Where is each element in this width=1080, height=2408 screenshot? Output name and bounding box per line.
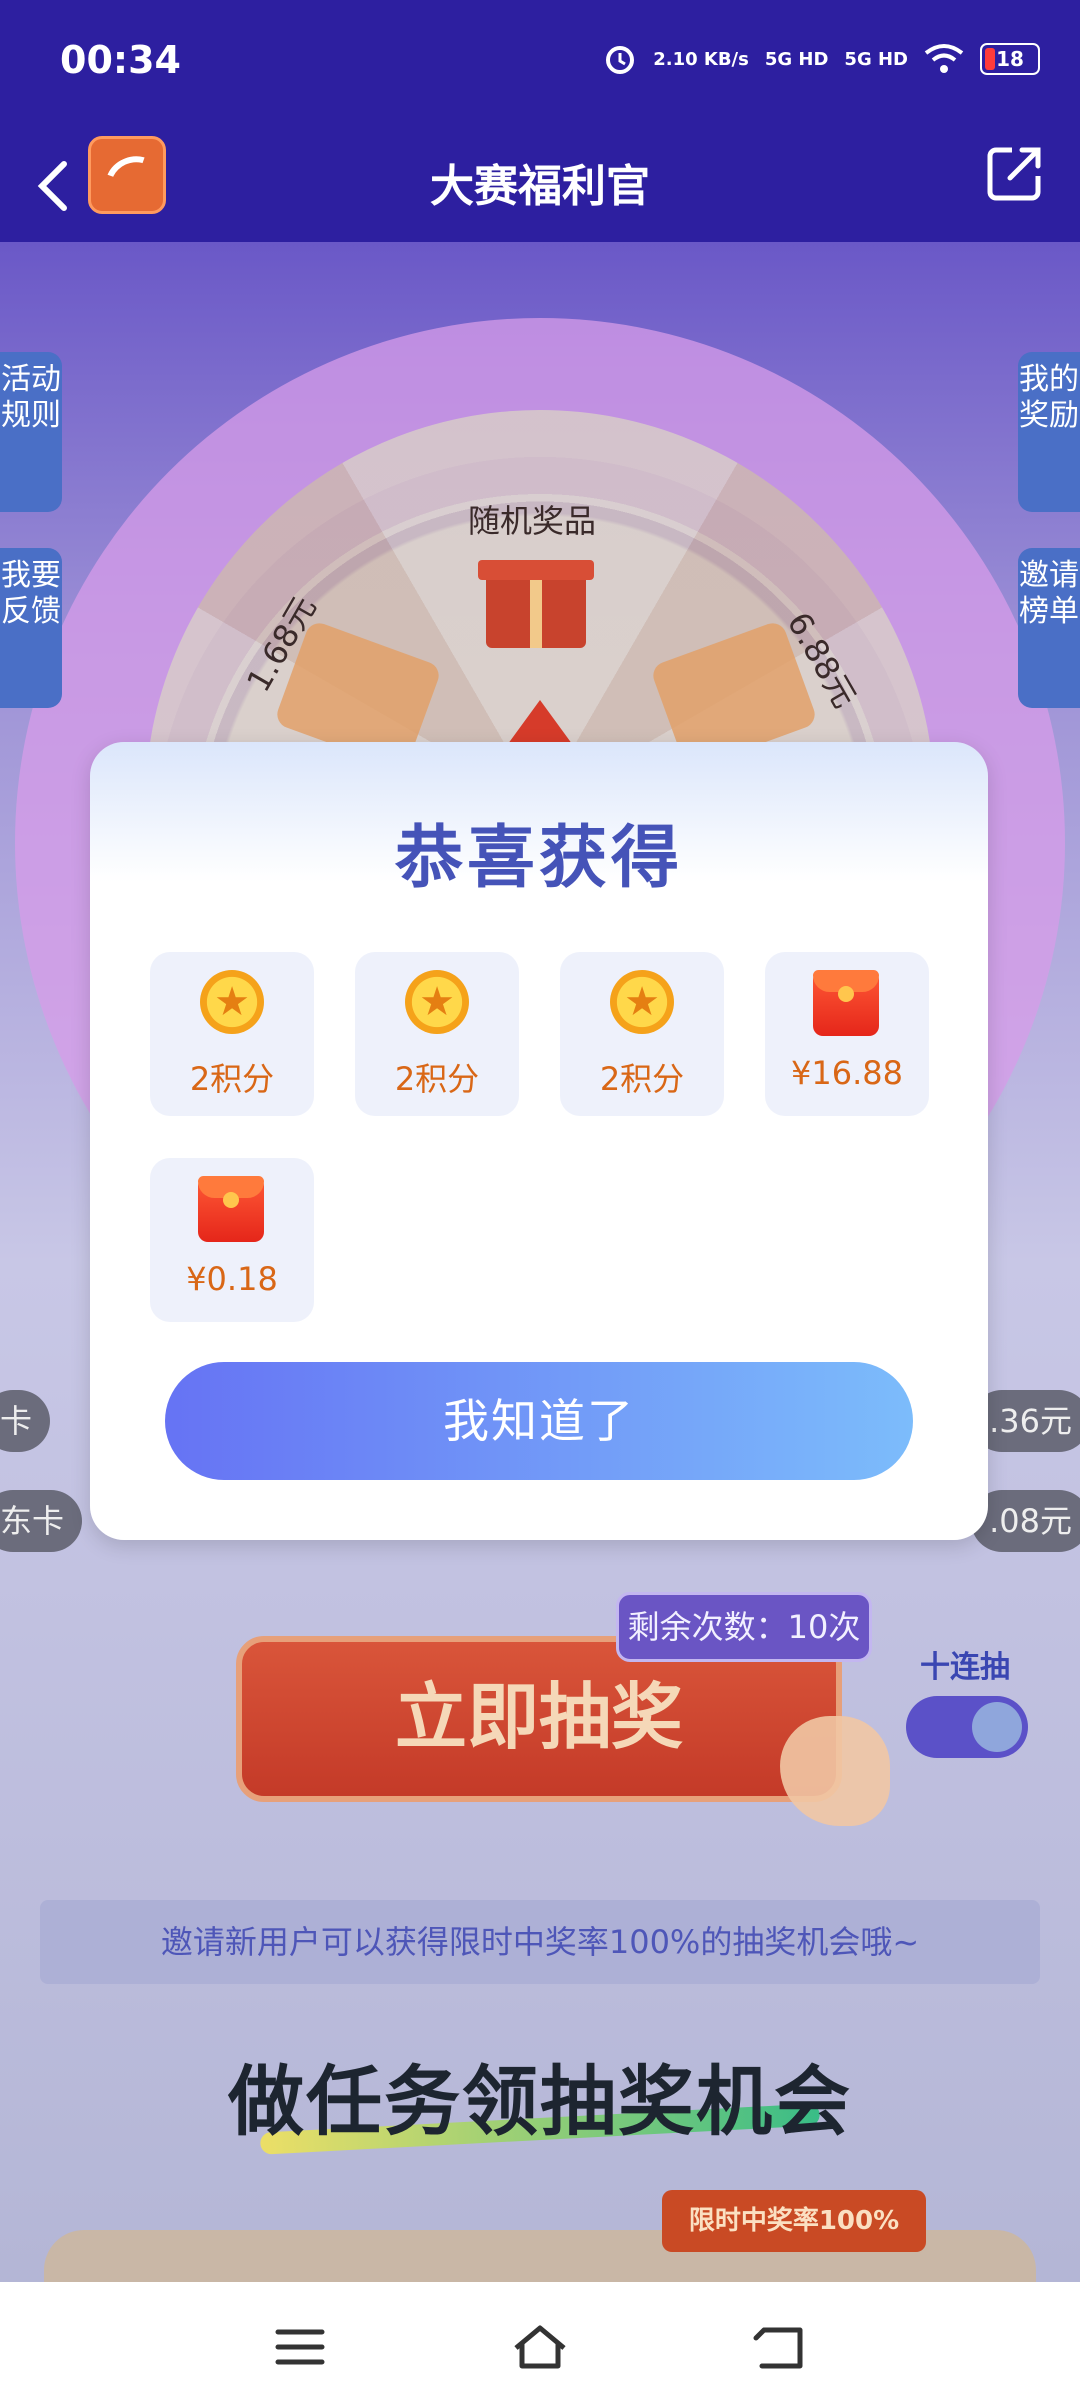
nav-bar: 大赛福利官 <box>0 130 1080 242</box>
red-packet-icon <box>813 970 879 1036</box>
prize-pill: 东卡 <box>0 1490 83 1552</box>
prize-label: 2积分 <box>189 1060 275 1098</box>
ten-draw-toggle[interactable] <box>906 1696 1028 1758</box>
invite-tip: 邀请新用户可以获得限时中奖率100%的抽奖机会哦~ <box>40 1900 1040 1984</box>
prize-label: ¥0.18 <box>186 1260 278 1298</box>
wheel-label-random: 随机奖品 <box>468 502 597 540</box>
got-it-button[interactable]: 我知道了 <box>165 1362 913 1480</box>
prize-label: ¥16.88 <box>791 1054 903 1092</box>
net-speed: 2.10 KB/s <box>653 48 749 70</box>
system-nav-bar <box>0 2282 1080 2408</box>
wifi-icon <box>924 44 964 73</box>
ten-draw-label: 十连抽 <box>920 1650 1010 1685</box>
status-bar: 00:34 2.10 KB/s 5G HD 5G HD 18 <box>0 0 1080 130</box>
invite-rank-tab[interactable]: 邀请榜单 <box>1018 548 1080 708</box>
prize-item: ¥16.88 <box>765 952 929 1116</box>
prize-item: ★ 2积分 <box>355 952 519 1116</box>
menu-icon[interactable] <box>270 2322 330 2372</box>
sim2-signal: 5G HD <box>844 48 908 70</box>
remaining-count-badge: 剩余次数：10次 <box>616 1592 872 1662</box>
task-section-title: 做任务领抽奖机会 <box>228 2057 852 2146</box>
battery-icon: 18 <box>980 43 1040 75</box>
alarm-icon <box>606 46 635 74</box>
wheel-pointer <box>505 700 575 748</box>
task-badge: 限时中奖率100% <box>662 2190 926 2252</box>
prize-label: 2积分 <box>394 1060 480 1098</box>
prize-item: ★ 2积分 <box>150 952 314 1116</box>
battery-level: 18 <box>996 47 1024 71</box>
feedback-tab[interactable]: 我要反馈 <box>0 548 62 708</box>
prize-label: 2积分 <box>599 1060 685 1098</box>
dialog-title: 恭喜获得 <box>394 819 683 898</box>
prize-item: ¥0.18 <box>150 1158 314 1322</box>
page-title: 大赛福利官 <box>430 161 650 212</box>
back-icon[interactable] <box>750 2322 810 2372</box>
coin-icon: ★ <box>405 970 469 1034</box>
share-icon[interactable] <box>984 142 1046 204</box>
sim1-signal: 5G HD <box>764 48 829 70</box>
my-rewards-tab[interactable]: 我的奖励 <box>1018 352 1080 512</box>
coin-icon: ★ <box>610 970 674 1034</box>
gift-icon <box>478 560 594 648</box>
status-icons: 2.10 KB/s 5G HD 5G HD 18 <box>603 42 1040 76</box>
home-icon[interactable] <box>510 2322 570 2372</box>
status-time: 00:34 <box>60 38 181 82</box>
prize-item: ★ 2积分 <box>560 952 724 1116</box>
rules-tab[interactable]: 活动规则 <box>0 352 62 512</box>
prize-result-dialog: 恭喜获得 ★ 2积分 ★ 2积分 ★ 2积分 ¥16.88 ¥0.18 我知道了 <box>90 742 988 1540</box>
coin-icon: ★ <box>200 970 264 1034</box>
red-packet-icon <box>198 1176 264 1242</box>
